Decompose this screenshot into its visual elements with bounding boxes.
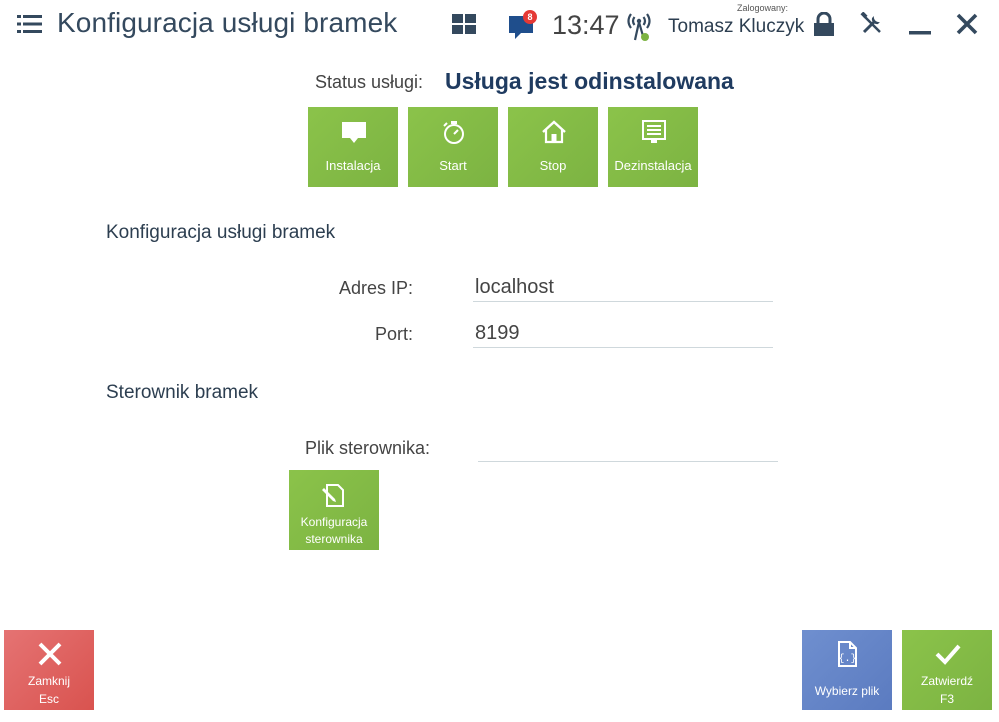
confirm-button-shortcut: F3 — [939, 692, 954, 706]
driver-file-label: Plik sterownika: — [304, 438, 430, 458]
close-button-shortcut: Esc — [38, 692, 59, 706]
confirm-button[interactable]: Zatwierdź F3 — [902, 630, 992, 710]
uninstall-button[interactable]: Dezinstalacja — [608, 107, 698, 187]
stop-button-label: Stop — [539, 158, 567, 173]
close-button-text: Zamknij — [27, 674, 70, 688]
app-header: Konfiguracja usługi bramek 8 13:47 Zalog… — [0, 0, 999, 52]
driver-config-button-label: Konfiguracja sterownika — [289, 514, 379, 548]
edit-document-icon — [322, 484, 344, 507]
driver-config-label-line2: sterownika — [305, 532, 363, 546]
close-x-icon — [38, 642, 62, 666]
page-title: Konfiguracja usługi bramek — [57, 7, 398, 38]
close-icon[interactable] — [956, 13, 978, 35]
confirm-button-label: Zatwierdź F3 — [902, 672, 992, 708]
uninstall-button-label: Dezinstalacja — [614, 158, 692, 173]
driver-file-field[interactable] — [478, 434, 778, 462]
tools-icon[interactable] — [860, 12, 884, 36]
driver-config-button[interactable]: Konfiguracja sterownika — [289, 470, 379, 550]
driver-config-label-line1: Konfiguracja — [300, 515, 368, 529]
ip-address-label: Adres IP: — [338, 278, 413, 298]
service-status-label: Status usługi: — [315, 72, 424, 92]
start-button[interactable]: Start — [408, 107, 498, 187]
ip-address-field[interactable] — [473, 274, 773, 302]
stop-button[interactable]: Stop — [508, 107, 598, 187]
driver-section-title: Sterownik bramek — [106, 382, 259, 403]
close-button[interactable]: Zamknij Esc — [4, 630, 94, 710]
install-icon — [342, 122, 366, 143]
user-name[interactable]: Tomasz Kluczyk — [668, 16, 804, 38]
svg-text:{.}: {.} — [838, 653, 856, 665]
minimize-icon[interactable] — [909, 14, 931, 36]
install-button[interactable]: Instalacja — [308, 107, 398, 187]
file-code-icon: {.} — [838, 641, 857, 667]
list-monitor-icon — [642, 120, 666, 143]
port-field[interactable] — [473, 320, 773, 348]
home-icon — [542, 120, 566, 144]
close-button-label: Zamknij Esc — [4, 672, 94, 708]
clock: 13:47 — [552, 10, 620, 40]
stopwatch-icon — [443, 121, 464, 144]
checkmark-icon — [935, 644, 961, 665]
lock-icon[interactable] — [813, 12, 835, 36]
choose-file-button-label: Wybierz plik — [814, 684, 880, 698]
install-button-label: Instalacja — [325, 158, 381, 173]
signal-antenna-icon — [627, 13, 651, 41]
notification-badge: 8 — [523, 10, 537, 24]
start-button-label: Start — [439, 158, 467, 173]
tiles-grid-icon[interactable] — [452, 14, 476, 34]
confirm-button-text: Zatwierdź — [920, 674, 973, 688]
choose-file-button[interactable]: {.} Wybierz plik — [802, 630, 892, 710]
service-status-value: Usługa jest odinstalowana — [445, 68, 734, 94]
gate-config-section-title: Konfiguracja usługi bramek — [106, 222, 336, 243]
logged-in-label: Zalogowany: — [737, 3, 789, 13]
hamburger-menu-icon[interactable] — [17, 14, 42, 34]
port-label: Port: — [374, 324, 413, 344]
